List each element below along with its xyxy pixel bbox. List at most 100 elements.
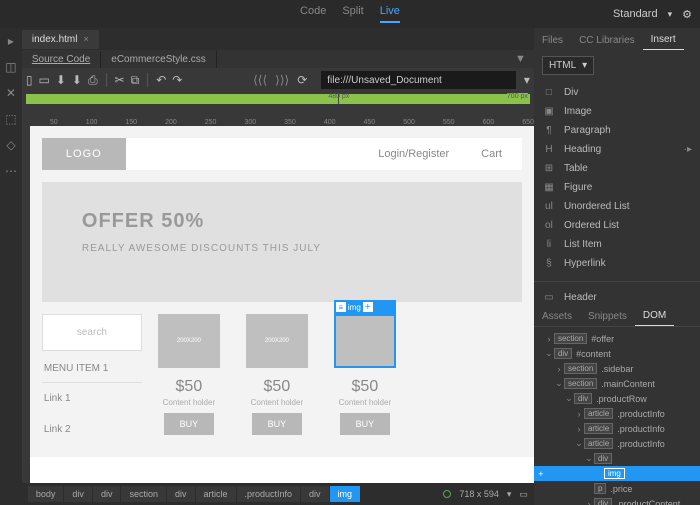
- insert-item[interactable]: ⊞Table: [534, 159, 700, 178]
- insert-item[interactable]: ¶Paragraph: [534, 121, 700, 140]
- tool-icon[interactable]: ✕: [6, 86, 16, 100]
- tool-icon[interactable]: ◫: [5, 60, 16, 74]
- dom-row[interactable]: ›section.sidebar: [534, 361, 700, 376]
- dom-row[interactable]: ⌄div#content: [534, 346, 700, 361]
- dom-row[interactable]: ⌄section.mainContent: [534, 376, 700, 391]
- breadcrumb-item[interactable]: div: [64, 486, 92, 502]
- tab-snippets[interactable]: Snippets: [580, 307, 635, 326]
- open-icon[interactable]: ▭: [39, 73, 50, 88]
- dom-tree[interactable]: ›section#offer⌄div#content›section.sideb…: [534, 327, 700, 505]
- dom-row[interactable]: p.price: [534, 481, 700, 496]
- login-link[interactable]: Login/Register: [378, 148, 449, 160]
- breadcrumb-item-active[interactable]: img: [330, 486, 361, 502]
- view-split[interactable]: Split: [342, 5, 363, 23]
- dom-row[interactable]: ›div.productContent: [534, 496, 700, 505]
- dom-row[interactable]: ›article.productInfo: [534, 421, 700, 436]
- insert-item[interactable]: olOrdered List: [534, 216, 700, 235]
- close-icon[interactable]: ×: [83, 34, 88, 44]
- subtab-css[interactable]: eCommerceStyle.css: [101, 51, 216, 68]
- product-image-selected[interactable]: ≡ img +: [334, 314, 396, 368]
- tab-insert[interactable]: Insert: [643, 30, 684, 50]
- filter-icon[interactable]: ▼: [515, 53, 534, 65]
- tab-assets[interactable]: Assets: [534, 307, 580, 326]
- insert-item[interactable]: ▭Header: [534, 288, 700, 307]
- chevron-right-icon: ·▸: [684, 144, 692, 155]
- new-icon[interactable]: ▯: [26, 73, 33, 88]
- dom-row[interactable]: +img: [534, 466, 700, 481]
- nav-back-icon[interactable]: ⟨⟨⟨: [253, 73, 267, 87]
- insert-item[interactable]: □Div: [534, 83, 700, 102]
- save-icon[interactable]: ⬇: [56, 73, 66, 88]
- insert-item[interactable]: ▦ Figure: [534, 178, 700, 197]
- workspace-dropdown[interactable]: Standard: [613, 8, 658, 20]
- breadcrumb-item[interactable]: section: [121, 486, 166, 502]
- breadcrumb-item[interactable]: div: [93, 486, 121, 502]
- subtab-source[interactable]: Source Code: [22, 51, 101, 68]
- copy-icon[interactable]: ⧉: [131, 73, 140, 88]
- dom-row[interactable]: ⌄article.productInfo: [534, 436, 700, 451]
- price: $50: [242, 378, 312, 396]
- tab-dom[interactable]: DOM: [635, 306, 674, 326]
- live-preview[interactable]: LOGO Login/Register Cart OFFER 50% REALL…: [30, 126, 534, 483]
- breadcrumb-item[interactable]: .productInfo: [237, 486, 301, 502]
- nav-fwd-icon[interactable]: ⟩⟩⟩: [275, 73, 289, 87]
- insert-item[interactable]: liList Item: [534, 235, 700, 254]
- insert-item[interactable]: §Hyperlink: [534, 254, 700, 273]
- search-input[interactable]: search: [42, 314, 142, 351]
- tool-icon[interactable]: ▸: [8, 34, 14, 48]
- tool-icon[interactable]: ⬚: [5, 112, 16, 126]
- print-icon[interactable]: ⎙: [88, 73, 98, 88]
- buy-button[interactable]: BUY: [252, 413, 303, 435]
- breadcrumb-item[interactable]: article: [196, 486, 236, 502]
- doc-toolbar: ▯ ▭ ⬇ ⬇ ⎙ ✂ ⧉ ↶ ↷ ⟨⟨⟨ ⟩⟩⟩ ⟳ file:///Unsa…: [22, 68, 534, 92]
- tool-icon[interactable]: ◇: [6, 138, 15, 152]
- cart-link[interactable]: Cart: [481, 148, 502, 160]
- price: $50: [330, 378, 400, 396]
- dropdown-icon[interactable]: ▾: [524, 73, 530, 87]
- device-icon[interactable]: ▭: [519, 489, 528, 500]
- gear-icon[interactable]: ⚙: [682, 8, 692, 21]
- chevron-down-icon[interactable]: ▾: [668, 9, 673, 20]
- cut-icon[interactable]: ✂: [115, 73, 125, 88]
- item-icon: ▦: [542, 182, 556, 193]
- menu-heading: MENU ITEM 1: [42, 351, 142, 383]
- sidebar-link[interactable]: Link 2: [42, 414, 142, 445]
- address-bar[interactable]: file:///Unsaved_Document: [321, 71, 516, 89]
- menu-icon[interactable]: ≡: [336, 302, 346, 312]
- more-icon[interactable]: ⋯: [5, 164, 17, 178]
- breadcrumb-item[interactable]: div: [301, 486, 329, 502]
- product-image[interactable]: 200X200: [158, 314, 220, 368]
- tab-files[interactable]: Files: [534, 31, 571, 50]
- breadcrumb-item[interactable]: div: [167, 486, 195, 502]
- product-image[interactable]: 200X200: [246, 314, 308, 368]
- sidebar-link[interactable]: Link 1: [42, 383, 142, 414]
- chevron-down-icon[interactable]: ▾: [507, 489, 512, 500]
- item-label: Figure: [564, 182, 592, 193]
- selected-tag-label: img: [348, 303, 361, 312]
- insert-item[interactable]: ▣Image: [534, 102, 700, 121]
- view-code[interactable]: Code: [300, 5, 326, 23]
- undo-icon[interactable]: ↶: [156, 73, 166, 87]
- breadcrumb-item[interactable]: body: [28, 486, 64, 502]
- item-label: Div: [564, 87, 578, 98]
- insert-item[interactable]: HHeading·▸: [534, 140, 700, 159]
- buy-button[interactable]: BUY: [164, 413, 215, 435]
- dom-row[interactable]: ⌄div.productRow: [534, 391, 700, 406]
- saveall-icon[interactable]: ⬇: [72, 73, 82, 88]
- view-live[interactable]: Live: [380, 5, 400, 23]
- file-tab[interactable]: index.html ×: [22, 30, 99, 49]
- insert-category-dropdown[interactable]: HTML▾: [542, 56, 594, 75]
- tab-cc-libraries[interactable]: CC Libraries: [571, 31, 643, 50]
- insert-item[interactable]: ulUnordered List: [534, 197, 700, 216]
- left-tool-rail: ▸ ◫ ✕ ⬚ ◇ ⋯: [0, 28, 22, 505]
- reload-icon[interactable]: ⟳: [297, 73, 307, 87]
- add-icon[interactable]: +: [534, 469, 548, 479]
- plus-icon[interactable]: +: [363, 302, 373, 312]
- element-select-bar[interactable]: ≡ img +: [334, 300, 396, 314]
- media-query-bar[interactable]: 480 px 700 px: [26, 94, 530, 104]
- dom-row[interactable]: ›article.productInfo: [534, 406, 700, 421]
- buy-button[interactable]: BUY: [340, 413, 391, 435]
- dom-row[interactable]: ⌄div: [534, 451, 700, 466]
- redo-icon[interactable]: ↷: [172, 73, 182, 87]
- dom-row[interactable]: ›section#offer: [534, 331, 700, 346]
